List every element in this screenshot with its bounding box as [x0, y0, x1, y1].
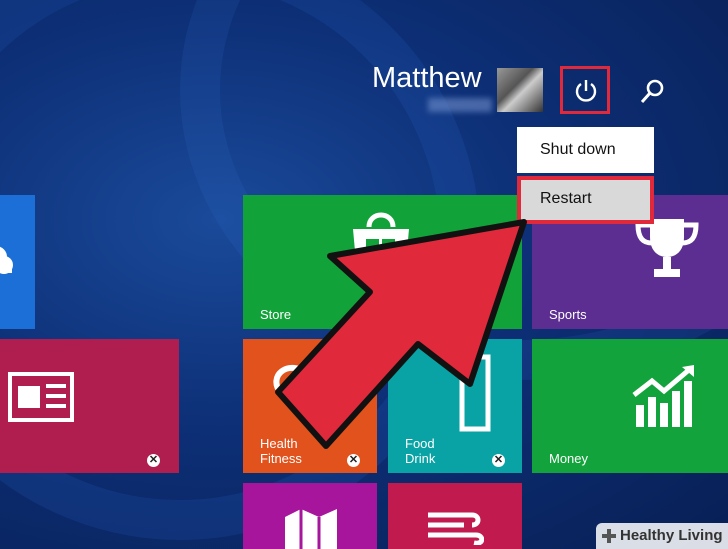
plus-logo-icon [602, 529, 616, 543]
watermark: Healthy Living [596, 523, 728, 549]
start-screen: ✕ Store Sports Health Fitness ✕ Food Dri… [0, 0, 728, 549]
watermark-text: Healthy Living [620, 527, 723, 544]
pointer-arrow-overlay [275, 219, 527, 449]
